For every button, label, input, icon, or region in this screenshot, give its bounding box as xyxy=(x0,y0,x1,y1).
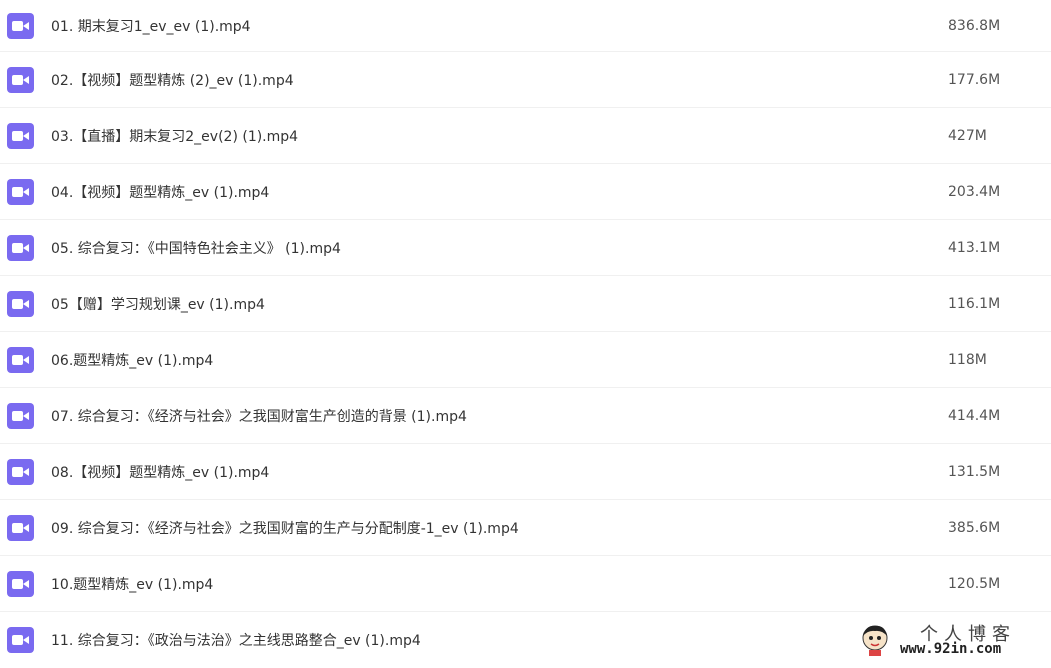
video-file-icon xyxy=(7,402,34,429)
file-size: 116.1M xyxy=(948,295,1001,312)
file-row[interactable]: 05【赠】学习规划课_ev (1).mp4 116.1M xyxy=(0,276,1051,332)
video-file-icon xyxy=(7,234,34,261)
file-name[interactable]: 08.【视频】题型精炼_ev (1).mp4 xyxy=(51,462,269,482)
video-file-icon xyxy=(7,122,34,149)
file-row[interactable]: 02.【视频】题型精炼 (2)_ev (1).mp4 177.6M xyxy=(0,52,1051,108)
file-row[interactable]: 06.题型精炼_ev (1).mp4 118M xyxy=(0,332,1051,388)
file-size: 203.4M xyxy=(948,183,1001,200)
file-name[interactable]: 11. 综合复习：《政治与法治》之主线思路整合_ev (1).mp4 xyxy=(51,630,421,650)
watermark-url: www.92in.com xyxy=(900,641,1002,657)
video-file-icon xyxy=(7,290,34,317)
video-file-icon xyxy=(7,12,34,39)
file-size: 177.6M xyxy=(948,71,1001,88)
video-file-icon xyxy=(7,627,34,653)
file-list: 01. 期末复习1_ev_ev (1).mp4 836.8M 02.【视频】题型… xyxy=(0,0,1051,668)
file-name[interactable]: 06.题型精炼_ev (1).mp4 xyxy=(51,350,213,370)
file-size: 413.1M xyxy=(948,239,1001,256)
file-name[interactable]: 04.【视频】题型精炼_ev (1).mp4 xyxy=(51,182,269,202)
video-file-icon xyxy=(7,66,34,93)
file-name[interactable]: 05. 综合复习：《中国特色社会主义》 (1).mp4 xyxy=(51,238,341,258)
video-file-icon xyxy=(7,514,34,541)
file-name[interactable]: 03.【直播】期末复习2_ev(2) (1).mp4 xyxy=(51,126,298,146)
video-file-icon xyxy=(7,178,34,205)
file-size: 414.4M xyxy=(948,407,1001,424)
file-name[interactable]: 01. 期末复习1_ev_ev (1).mp4 xyxy=(51,16,251,36)
file-row[interactable]: 10.题型精炼_ev (1).mp4 120.5M xyxy=(0,556,1051,612)
video-file-icon xyxy=(7,346,34,373)
file-row[interactable]: 03.【直播】期末复习2_ev(2) (1).mp4 427M xyxy=(0,108,1051,164)
file-row[interactable]: 04.【视频】题型精炼_ev (1).mp4 203.4M xyxy=(0,164,1051,220)
file-row[interactable]: 08.【视频】题型精炼_ev (1).mp4 131.5M xyxy=(0,444,1051,500)
file-size: 131.5M xyxy=(948,463,1001,480)
file-size: 427M xyxy=(948,127,987,144)
video-file-icon xyxy=(7,458,34,485)
file-size: 385.6M xyxy=(948,519,1001,536)
file-row[interactable]: 09. 综合复习：《经济与社会》之我国财富的生产与分配制度-1_ev (1).m… xyxy=(0,500,1051,556)
file-row[interactable]: 07. 综合复习：《经济与社会》之我国财富生产创造的背景 (1).mp4 414… xyxy=(0,388,1051,444)
file-name[interactable]: 05【赠】学习规划课_ev (1).mp4 xyxy=(51,294,265,314)
file-row[interactable]: 01. 期末复习1_ev_ev (1).mp4 836.8M xyxy=(0,0,1051,52)
file-name[interactable]: 07. 综合复习：《经济与社会》之我国财富生产创造的背景 (1).mp4 xyxy=(51,406,467,426)
video-file-icon xyxy=(7,570,34,597)
file-size: 120.5M xyxy=(948,575,1001,592)
file-name[interactable]: 09. 综合复习：《经济与社会》之我国财富的生产与分配制度-1_ev (1).m… xyxy=(51,518,519,538)
cartoon-avatar-icon xyxy=(860,624,890,656)
file-size: 118M xyxy=(948,351,987,368)
blog-watermark: 个人博客 www.92in.com xyxy=(858,620,1048,660)
file-name[interactable]: 10.题型精炼_ev (1).mp4 xyxy=(51,574,213,594)
file-size: 836.8M xyxy=(948,17,1001,34)
file-row[interactable]: 05. 综合复习：《中国特色社会主义》 (1).mp4 413.1M xyxy=(0,220,1051,276)
file-name[interactable]: 02.【视频】题型精炼 (2)_ev (1).mp4 xyxy=(51,70,294,90)
